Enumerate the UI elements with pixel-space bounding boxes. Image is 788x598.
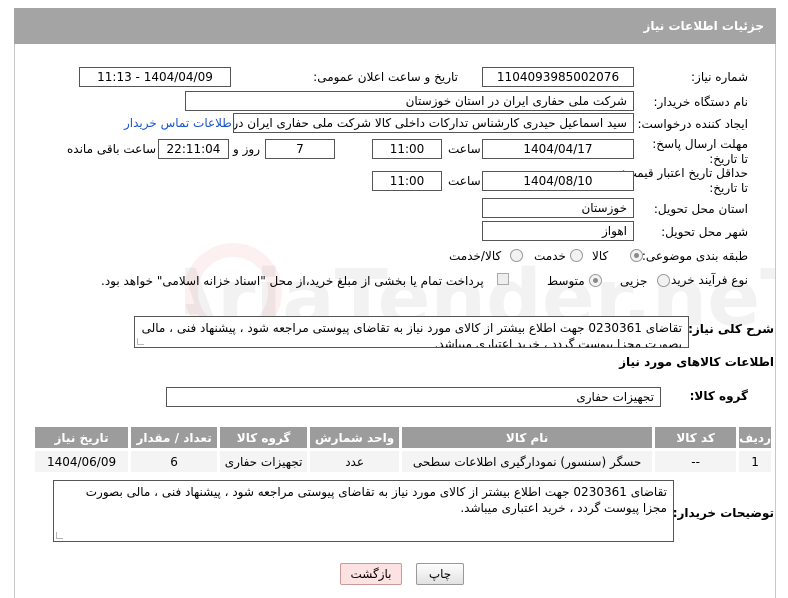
need-number-field: 1104093985002076: [482, 67, 634, 87]
category-radio-goods-service[interactable]: [510, 249, 523, 262]
process-option-minor: جزیی: [620, 274, 648, 288]
cell-unit: عدد: [307, 448, 403, 475]
process-radio-minor[interactable]: [657, 274, 670, 287]
city-field: اهواز: [482, 221, 634, 241]
cell-row-num: 1: [736, 448, 774, 475]
category-radio-goods[interactable]: [630, 249, 643, 262]
reply-time-label: ساعت: [448, 142, 481, 156]
buyer-notes-text: تقاضای 0230361 جهت اطلاع بیشتر از کالای …: [85, 485, 667, 515]
description-label: شرح کلی نیاز:: [688, 322, 774, 336]
col-header-date: تاریخ نیاز: [31, 424, 132, 451]
province-field: خوزستان: [482, 198, 634, 218]
price-validity-date-field: 1404/08/10: [482, 171, 634, 191]
goods-section-title: اطلاعات کالاهای مورد نیاز: [619, 355, 774, 369]
buyer-org-label: نام دستگاه خریدار:: [653, 95, 749, 109]
buyer-notes-label: توضیحات خریدار:: [672, 506, 774, 520]
creator-label: ایجاد کننده درخواست:: [637, 117, 748, 131]
goods-group-label: گروه کالا:: [689, 389, 748, 403]
resize-grip-icon[interactable]: [137, 338, 144, 345]
need-number-label: شماره نیاز:: [691, 70, 748, 84]
goods-group-field: تجهیزات حفاری: [166, 387, 661, 407]
buyer-contact-link[interactable]: اطلاعات تماس خریدار: [124, 116, 235, 130]
cell-name: حسگر (سنسور) نمودارگیری اطلاعات سطحی: [399, 448, 656, 475]
city-label: شهر محل تحویل:: [661, 225, 748, 239]
header-bar: جزئیات اطلاعات نیاز: [14, 8, 776, 44]
page-title: جزئیات اطلاعات نیاز: [643, 19, 764, 33]
table-header-row: ردیف کد کالا نام کالا واحد شمارش گروه کا…: [31, 424, 774, 451]
category-option-goods: کالا: [592, 249, 609, 263]
price-validity-time-label: ساعت: [448, 174, 481, 188]
reply-time-field: 11:00: [372, 139, 442, 159]
col-header-quantity: تعداد / مقدار: [128, 424, 221, 451]
treasury-payment-note: پرداخت تمام یا بخشی از مبلغ خرید،از محل …: [101, 274, 484, 288]
price-validity-time-field: 11:00: [372, 171, 442, 191]
remaining-label: ساعت باقی مانده: [67, 142, 157, 156]
description-text: تقاضای 0230361 جهت اطلاع بیشتر از کالای …: [141, 321, 682, 348]
reply-date-field: 1404/04/17: [482, 139, 634, 159]
category-radio-service[interactable]: [570, 249, 583, 262]
price-validity-label: حداقل تاریخ اعتبار قیمت: تا تاریخ:: [621, 166, 748, 195]
reply-deadline-label: مهلت ارسال پاسخ: تا تاریخ:: [652, 137, 748, 166]
process-label: نوع فرآیند خرید :: [663, 273, 748, 287]
buyer-org-field: شرکت ملی حفاری ایران در استان خوزستان: [185, 91, 634, 111]
process-radio-medium[interactable]: [589, 274, 602, 287]
print-button[interactable]: چاپ: [416, 563, 464, 585]
cell-quantity: 6: [128, 448, 221, 475]
reply-days-field: 7: [265, 139, 335, 159]
buyer-notes-textarea[interactable]: تقاضای 0230361 جهت اطلاع بیشتر از کالای …: [53, 480, 674, 542]
back-button[interactable]: بازگشت: [340, 563, 402, 585]
treasury-payment-checkbox[interactable]: [497, 273, 509, 285]
col-header-code: کد کالا: [652, 424, 740, 451]
col-header-group: گروه کالا: [217, 424, 311, 451]
process-option-medium: متوسط: [547, 274, 585, 288]
category-option-service: خدمت: [534, 249, 566, 263]
category-label: طبقه بندی موضوعی:: [641, 249, 748, 263]
announce-label: تاریخ و ساعت اعلان عمومی:: [313, 70, 458, 84]
announce-field: 1404/04/09 - 11:13: [79, 67, 231, 87]
remaining-time-field: 22:11:04: [158, 139, 229, 159]
col-header-row-num: ردیف: [736, 424, 774, 451]
cell-group: تجهیزات حفاری: [217, 448, 311, 475]
resize-grip-icon[interactable]: [56, 532, 63, 539]
description-textarea[interactable]: تقاضای 0230361 جهت اطلاع بیشتر از کالای …: [134, 316, 689, 348]
goods-table: ردیف کد کالا نام کالا واحد شمارش گروه کا…: [31, 424, 774, 475]
cell-date: 1404/06/09: [31, 448, 132, 475]
table-row: 1 -- حسگر (سنسور) نمودارگیری اطلاعات سطح…: [31, 448, 774, 475]
cell-code: --: [652, 448, 740, 475]
creator-field: سید اسماعیل حیدری کارشناس تدارکات داخلی …: [233, 113, 634, 133]
category-option-goods-service: کالا/خدمت: [449, 249, 502, 263]
days-label: روز و: [233, 142, 260, 156]
province-label: استان محل تحویل:: [653, 202, 748, 216]
col-header-unit: واحد شمارش: [307, 424, 403, 451]
col-header-name: نام کالا: [399, 424, 656, 451]
